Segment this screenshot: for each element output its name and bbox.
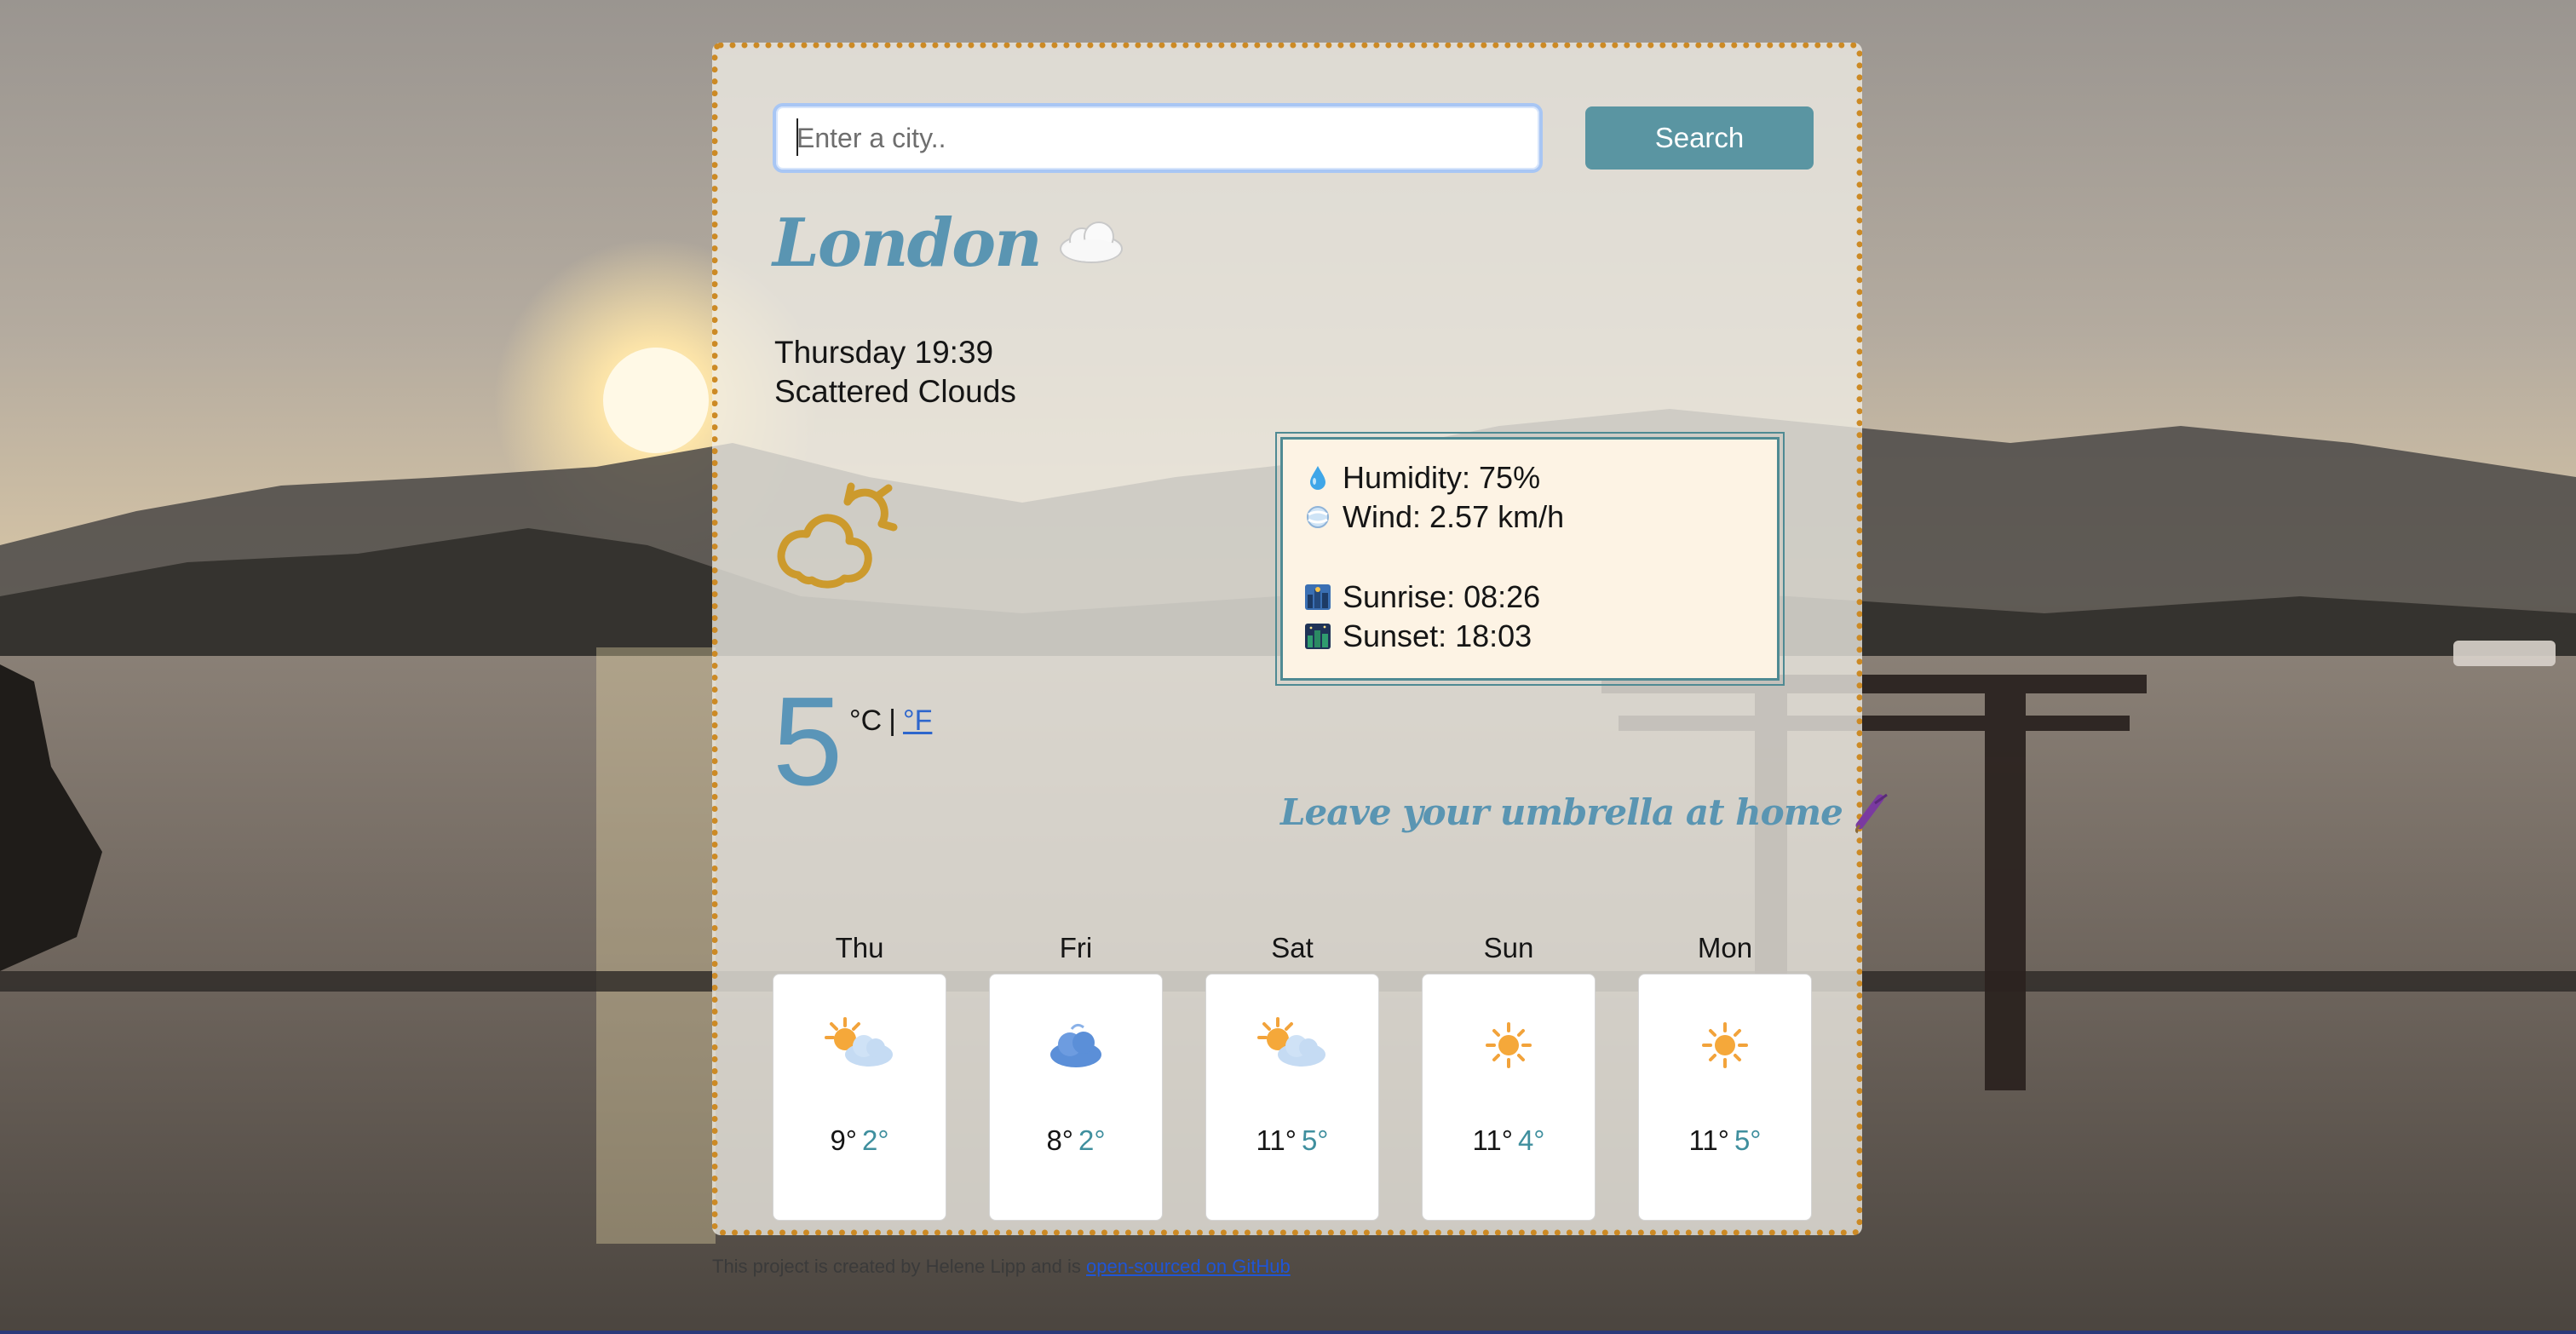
closed-umbrella-icon [1849,788,1895,842]
footer-text: This project is created by Helene Lipp a… [712,1256,1081,1277]
sunset-row: Sunset: 18:03 [1303,617,1757,656]
sun-icon [1470,1015,1547,1078]
forecast-low: 2° [1078,1124,1106,1156]
fahrenheit-link[interactable]: °F [903,704,932,737]
window-bottom-edge [0,1331,2576,1334]
forecast-day: Mon 11° 5° [1638,929,1812,1221]
forecast-card: 8° 2° [989,974,1163,1221]
weather-details-panel: Humidity: 75% Wind: 2.57 km/h Sunrise: 0… [1275,432,1785,686]
forecast-card: 9° 2° [773,974,946,1221]
wind-text: Wind: 2.57 km/h [1343,499,1565,534]
sun-behind-cloud-icon [1254,1015,1331,1078]
sun-behind-cloud-icon [821,1015,898,1078]
search-button[interactable]: Search [1585,106,1814,170]
forecast-temps: 9° 2° [773,1124,946,1157]
forecast-day-name: Thu [835,932,884,963]
sun-icon [1687,1015,1763,1078]
forecast-day-name: Mon [1697,932,1753,963]
humidity-text: Humidity: 75% [1343,460,1541,495]
forecast-low: 5° [1734,1124,1762,1156]
search-input[interactable] [773,103,1543,173]
wind-row: Wind: 2.57 km/h [1303,497,1757,537]
cloud-icon [1038,1015,1114,1078]
temperature-value: 5 [773,671,843,812]
search-form: Search [773,103,1814,175]
forecast-low: 5° [1301,1124,1329,1156]
sunrise-text: Sunrise: 08:26 [1343,579,1541,614]
forecast-low: 2° [862,1124,889,1156]
forecast-high: 9° [830,1124,857,1156]
forecast-day-name: Fri [1059,932,1093,963]
forecast-temps: 11° 4° [1423,1124,1595,1157]
text-caret [796,118,798,156]
forecast-high: 11° [1256,1124,1297,1156]
forecast-high: 11° [1472,1124,1513,1156]
wind-face-icon [1303,503,1332,532]
unit-separator: | [888,704,896,737]
github-link[interactable]: open-sourced on GitHub [1086,1256,1291,1277]
current-datetime: Thursday 19:39 [774,335,994,370]
forecast-card: 11° 4° [1422,974,1596,1221]
umbrella-advice: Leave your umbrella at home [1280,788,1895,842]
forecast-high: 11° [1688,1124,1729,1156]
forecast-day: Sun 11° 4° [1422,929,1596,1221]
weather-card: Search London Thursday 19:39 Scattered C… [712,43,1888,1235]
forecast-day-name: Sun [1483,932,1534,963]
forecast-day-name: Sat [1271,932,1314,963]
forecast-low: 4° [1517,1124,1545,1156]
city-heading: London [773,210,1126,282]
forecast-card: 11° 5° [1638,974,1812,1221]
umbrella-message-text: Leave your umbrella at home [1280,791,1843,833]
forecast-day: Sat 11° 5° [1205,929,1379,1221]
sunrise-over-buildings-icon [1303,583,1332,612]
forecast-temps: 11° 5° [1206,1124,1378,1157]
cloud-icon [1056,210,1126,277]
forecast-day: Thu 9° 2° [773,929,946,1221]
forecast-temps: 8° 2° [990,1124,1162,1157]
weather-description: Scattered Clouds [774,374,1016,409]
city-name: London [773,204,1043,282]
sunset-text: Sunset: 18:03 [1343,618,1532,653]
droplet-icon [1303,463,1332,492]
night-with-stars-icon [1303,622,1332,651]
five-day-forecast: Thu 9° 2° Fri 8° 2° Sat 11° 5° Sun 11° 4… [773,929,1812,1221]
unit-switcher: °C | °F [849,704,932,738]
sun-behind-cloud-outline-icon [773,474,900,597]
forecast-temps: 11° 5° [1639,1124,1811,1157]
footer-credit: This project is created by Helene Lipp a… [712,1256,1291,1278]
forecast-high: 8° [1046,1124,1073,1156]
forecast-card: 11° 5° [1205,974,1379,1221]
forecast-day: Fri 8° 2° [989,929,1163,1221]
humidity-row: Humidity: 75% [1303,458,1757,497]
sunrise-row: Sunrise: 08:26 [1303,578,1757,617]
celsius-label: °C [849,704,883,737]
